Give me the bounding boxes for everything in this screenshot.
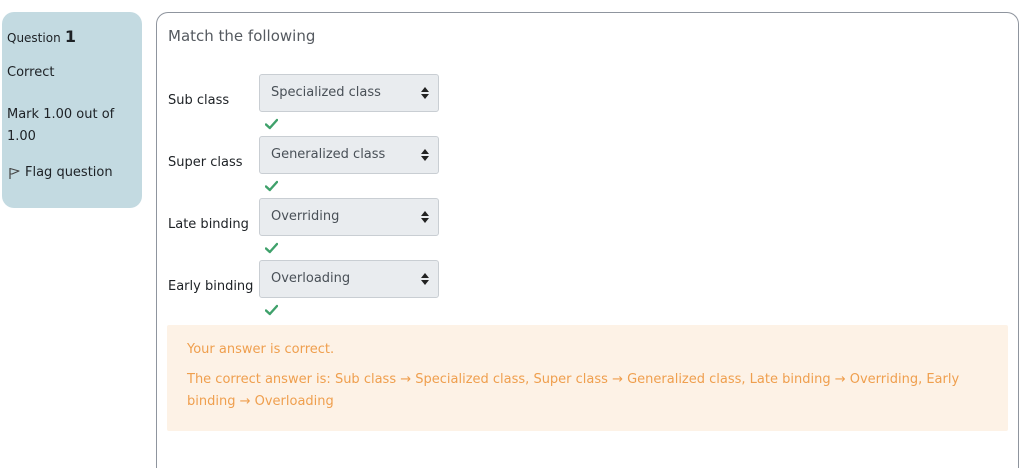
question-text: Match the following bbox=[168, 27, 316, 45]
question-content: Match the following Sub class Specialize… bbox=[156, 12, 1019, 468]
match-row-label: Late binding bbox=[168, 216, 249, 232]
select-arrows-icon bbox=[421, 211, 429, 223]
match-row-label: Super class bbox=[168, 154, 243, 170]
match-row: Super class Generalized class bbox=[168, 136, 468, 192]
match-row: Late binding Overriding bbox=[168, 198, 468, 254]
match-row: Sub class Specialized class bbox=[168, 74, 468, 130]
match-select[interactable]: Generalized class bbox=[259, 136, 439, 174]
match-select[interactable]: Specialized class bbox=[259, 74, 439, 112]
match-select[interactable]: Overriding bbox=[259, 198, 439, 236]
correct-check-icon bbox=[265, 242, 278, 254]
right-answer: The correct answer is: Sub class → Speci… bbox=[187, 372, 960, 409]
select-arrows-icon bbox=[421, 87, 429, 99]
correct-check-icon bbox=[265, 180, 278, 192]
flag-question-label: Flag question bbox=[25, 165, 113, 180]
question-label: Question bbox=[7, 31, 61, 45]
question-info-panel: Question 1 Correct Mark 1.00 out of 1.00… bbox=[2, 12, 142, 208]
match-select-value: Overriding bbox=[271, 209, 340, 224]
question-grade: Mark 1.00 out of 1.00 bbox=[7, 107, 115, 144]
flag-icon bbox=[9, 167, 20, 179]
specific-feedback: Your answer is correct. bbox=[187, 342, 335, 357]
feedback-box: Your answer is correct. The correct answ… bbox=[167, 325, 1008, 431]
select-arrows-icon bbox=[421, 149, 429, 161]
correct-check-icon bbox=[265, 304, 278, 316]
match-row-label: Sub class bbox=[168, 92, 230, 108]
flag-question-link[interactable]: Flag question bbox=[7, 164, 137, 182]
question-state: Correct bbox=[7, 65, 55, 80]
question-number-line: Question 1 bbox=[7, 26, 137, 48]
question-number: 1 bbox=[64, 27, 76, 46]
match-select-value: Overloading bbox=[271, 271, 351, 286]
match-row-label: Early binding bbox=[168, 278, 254, 294]
select-arrows-icon bbox=[421, 273, 429, 285]
match-row: Early binding Overloading bbox=[168, 260, 468, 316]
match-select[interactable]: Overloading bbox=[259, 260, 439, 298]
match-select-value: Generalized class bbox=[271, 147, 386, 162]
correct-check-icon bbox=[265, 118, 278, 130]
match-select-value: Specialized class bbox=[271, 85, 381, 100]
